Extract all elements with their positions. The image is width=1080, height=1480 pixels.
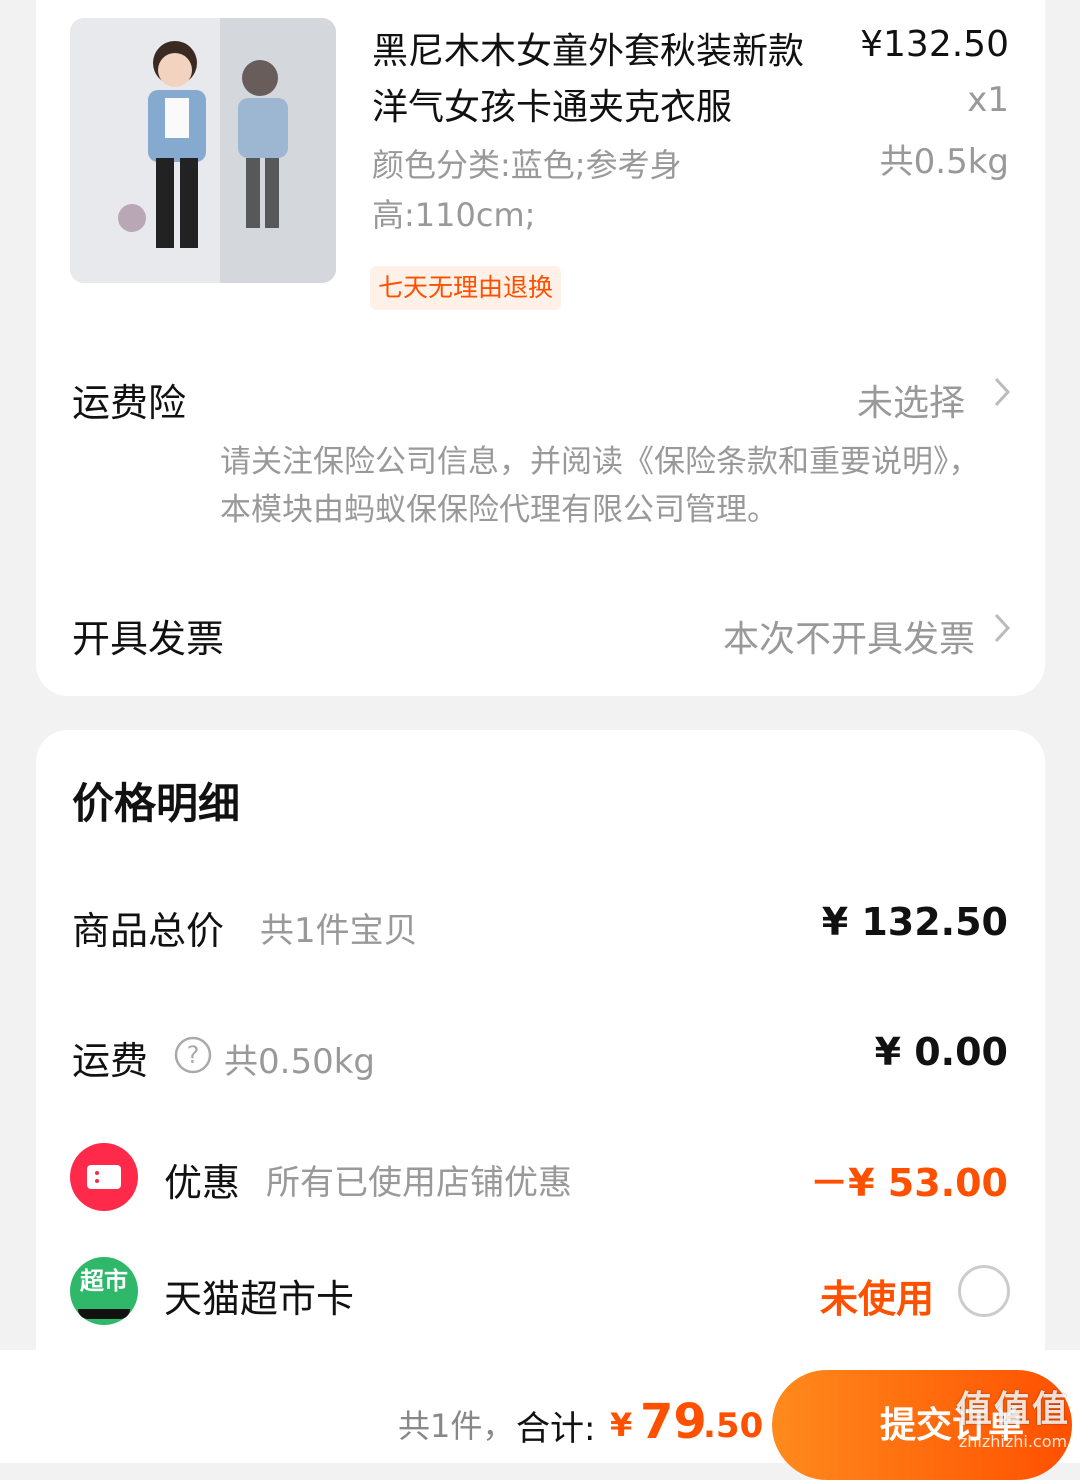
invoice-label: 开具发票 <box>72 617 225 661</box>
product-sku[interactable]: 颜色分类:蓝色;参考身高:110cm; <box>372 140 802 240</box>
shipping-insurance-label: 运费险 <box>72 381 187 425</box>
product-photo-illustration <box>70 18 336 283</box>
insurance-description: 请关注保险公司信息，并阅读《保险条款和重要说明》，本模块由蚂蚁保保险代理有限公司… <box>220 444 980 528</box>
goods-total-sub: 共1件宝贝 <box>260 911 418 951</box>
product-image[interactable] <box>70 18 336 283</box>
order-item-card: 黑尼木木女童外套秋装新款洋气女孩卡通夹克衣服 ¥132.50 x1 共0.5kg… <box>36 0 1045 696</box>
discount-label: 优惠 <box>164 1161 241 1205</box>
product-quantity: x1 <box>967 80 1009 120</box>
goods-total-amount: ¥ 132.50 <box>821 900 1008 944</box>
shipping-insurance-value: 未选择 <box>856 383 965 424</box>
watermark: 值值值 zhizhizhi.com <box>956 1380 1070 1451</box>
freight-label: 运费 <box>72 1039 149 1083</box>
freight-sub: 共0.50kg <box>224 1042 375 1082</box>
help-icon[interactable]: ? <box>174 1036 212 1078</box>
supermarket-card-icon: 超市 <box>70 1257 138 1325</box>
goods-total-label: 商品总价 <box>72 909 225 953</box>
total-amount-decimal: .50 <box>703 1406 764 1446</box>
coupon-icon <box>70 1143 138 1211</box>
chevron-right-icon <box>993 612 1011 652</box>
svg-text:?: ? <box>187 1041 200 1069</box>
total-count: 共1件， <box>398 1407 515 1445</box>
return-policy-tag: 七天无理由退换 <box>370 266 562 310</box>
discount-amount[interactable]: －¥ 53.00 <box>810 1152 1008 1207</box>
invoice-row[interactable]: 开具发票 本次不开具发票 <box>36 604 1045 664</box>
product-price: ¥132.50 <box>860 24 1009 65</box>
price-detail-title: 价格明细 <box>72 779 241 828</box>
tmall-card-status: 未使用 <box>819 1277 934 1321</box>
tmall-card-label: 天猫超市卡 <box>164 1277 355 1321</box>
chevron-right-icon <box>993 376 1011 416</box>
invoice-value: 本次不开具发票 <box>722 619 975 660</box>
shipping-insurance-row[interactable]: 运费险 未选择 <box>36 368 1045 428</box>
total-currency: ¥ <box>610 1406 633 1444</box>
product-title[interactable]: 黑尼木木女童外套秋装新款洋气女孩卡通夹克衣服 <box>372 24 822 136</box>
total-amount-integer: 79 <box>640 1394 707 1450</box>
freight-amount: ¥ 0.00 <box>874 1030 1008 1074</box>
watermark-url: zhizhizhi.com <box>958 1432 1068 1451</box>
watermark-logo: 值值值 <box>955 1389 1070 1430</box>
tmall-card-radio[interactable] <box>958 1265 1010 1317</box>
discount-sub: 所有已使用店铺优惠 <box>266 1163 572 1203</box>
total-label: 合计: <box>516 1409 596 1449</box>
product-weight: 共0.5kg <box>879 142 1009 182</box>
